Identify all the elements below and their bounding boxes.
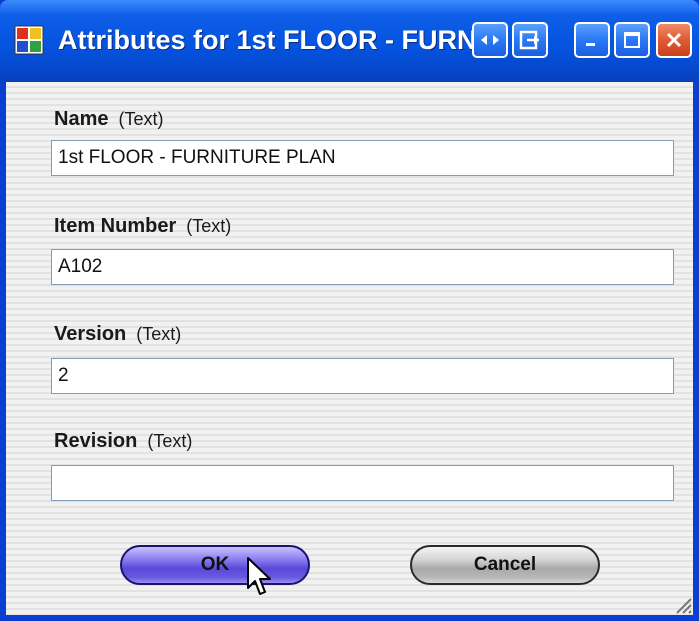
name-type-text: (Text) (118, 109, 164, 129)
close-icon (666, 32, 682, 48)
popout-button[interactable] (512, 22, 548, 58)
minimize-icon (586, 43, 595, 46)
mouse-cursor-icon (247, 557, 271, 595)
item-number-label-text: Item Number (54, 215, 177, 237)
revision-field[interactable] (51, 465, 674, 501)
version-label-text: Version (54, 323, 127, 345)
maximize-icon (624, 32, 640, 48)
name-label: Name (Text) (54, 106, 163, 132)
resize-button[interactable] (472, 22, 508, 58)
version-field[interactable]: 2 (51, 358, 674, 394)
dialog-window: Attributes for 1st FLOOR - FURNITURE PLA… (0, 0, 699, 621)
window-title: Attributes for 1st FLOOR - FURNITURE PLA… (58, 25, 478, 55)
item-number-type-text: (Text) (186, 216, 232, 236)
version-label: Version (Text) (54, 321, 181, 347)
item-number-label: Item Number (Text) (54, 213, 231, 239)
item-number-field[interactable]: A102 (51, 249, 674, 285)
dialog-body: Name (Text) 1st FLOOR - FURNITURE PLAN It… (6, 82, 693, 615)
resize-grip-icon[interactable] (671, 593, 693, 615)
revision-label-text: Revision (54, 430, 138, 452)
minimize-button[interactable] (574, 22, 610, 58)
version-type-text: (Text) (136, 324, 182, 344)
name-label-text: Name (54, 108, 109, 130)
ok-button[interactable]: OK (120, 545, 310, 585)
popout-icon (519, 30, 539, 50)
cancel-button[interactable]: Cancel (410, 545, 600, 585)
revision-label: Revision (Text) (54, 428, 192, 454)
revision-type-text: (Text) (147, 431, 193, 451)
title-bar[interactable]: Attributes for 1st FLOOR - FURNITURE PLA… (0, 0, 699, 82)
resize-icon (481, 35, 499, 45)
close-button[interactable] (656, 22, 692, 58)
maximize-button[interactable] (614, 22, 650, 58)
name-field[interactable]: 1st FLOOR - FURNITURE PLAN (51, 140, 674, 176)
app-icon (14, 25, 44, 55)
